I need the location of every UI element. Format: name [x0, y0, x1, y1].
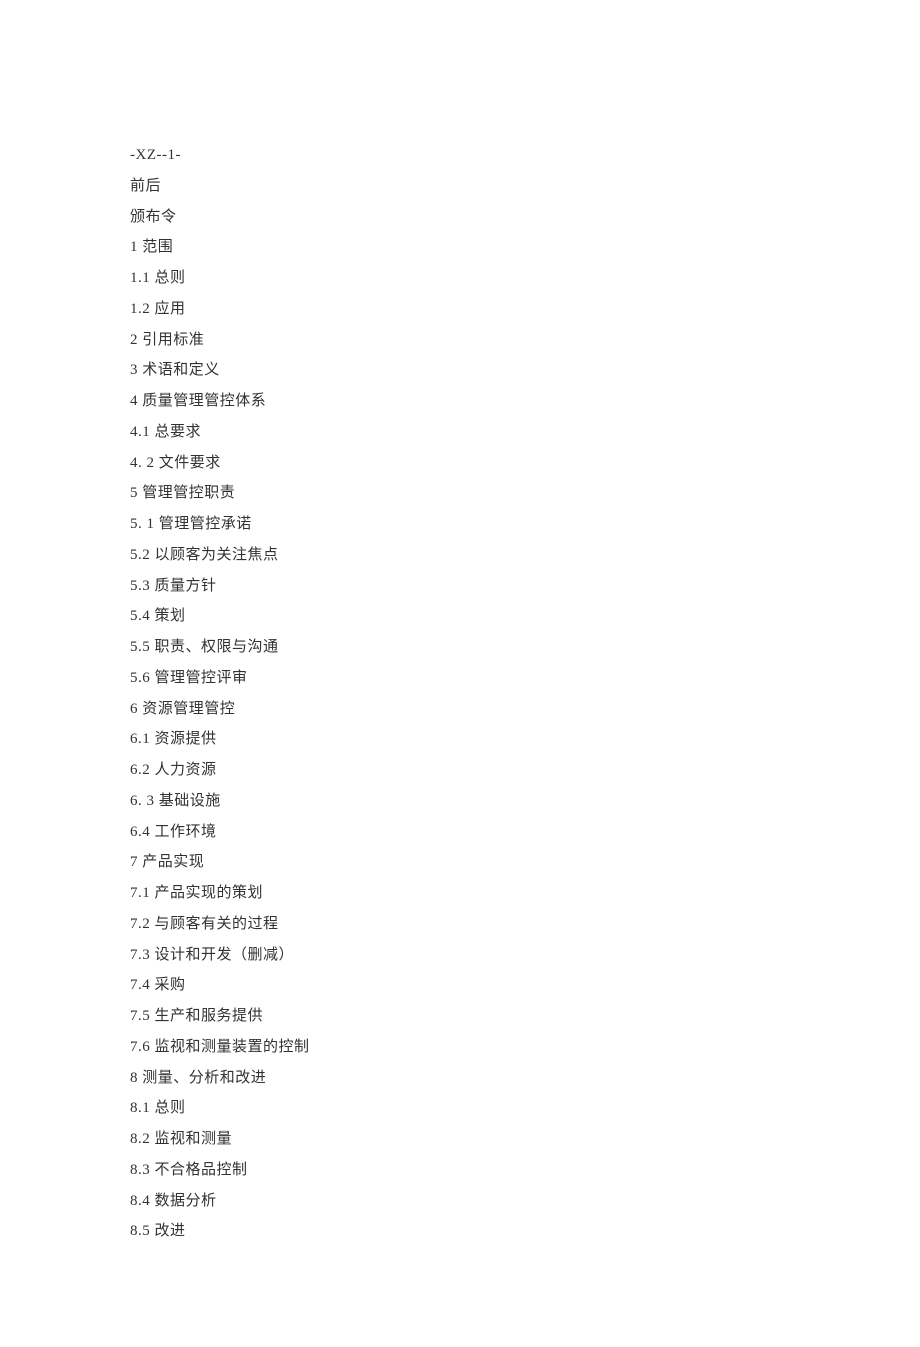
toc-line: 7.1 产品实现的策划 [130, 878, 790, 909]
toc-line: 7.5 生产和服务提供 [130, 1001, 790, 1032]
toc-line: 6.4 工作环境 [130, 817, 790, 848]
toc-line: 前后 [130, 171, 790, 202]
toc-line: 7.4 采购 [130, 970, 790, 1001]
toc-line: 5 管理管控职责 [130, 478, 790, 509]
toc-line: 7 产品实现 [130, 847, 790, 878]
toc-line: 8.1 总则 [130, 1093, 790, 1124]
toc-line: 5.5 职责、权限与沟通 [130, 632, 790, 663]
toc-line: 7.6 监视和测量装置的控制 [130, 1032, 790, 1063]
toc-line: 7.2 与顾客有关的过程 [130, 909, 790, 940]
toc-line: 颁布令 [130, 202, 790, 233]
toc-line: 3 术语和定义 [130, 355, 790, 386]
toc-line: 5.2 以顾客为关注焦点 [130, 540, 790, 571]
toc-line: 1.2 应用 [130, 294, 790, 325]
toc-line: 4 质量管理管控体系 [130, 386, 790, 417]
toc-line: 2 引用标准 [130, 325, 790, 356]
toc-line: 4.1 总要求 [130, 417, 790, 448]
toc-line: 8.4 数据分析 [130, 1186, 790, 1217]
toc-line: 1 范围 [130, 232, 790, 263]
toc-line: 6.2 人力资源 [130, 755, 790, 786]
toc-line: 1.1 总则 [130, 263, 790, 294]
toc-line: 8.5 改进 [130, 1216, 790, 1247]
toc-line: 5. 1 管理管控承诺 [130, 509, 790, 540]
toc-line: -XZ--1- [130, 140, 790, 171]
toc-line: 5.3 质量方针 [130, 571, 790, 602]
toc-line: 7.3 设计和开发（删减） [130, 940, 790, 971]
toc-line: 5.4 策划 [130, 601, 790, 632]
toc-line: 5.6 管理管控评审 [130, 663, 790, 694]
toc-line: 6 资源管理管控 [130, 694, 790, 725]
document-page: -XZ--1- 前后 颁布令 1 范围 1.1 总则 1.2 应用 2 引用标准… [0, 0, 920, 1347]
toc-line: 8.2 监视和测量 [130, 1124, 790, 1155]
toc-line: 8 测量、分析和改进 [130, 1063, 790, 1094]
toc-line: 8.3 不合格品控制 [130, 1155, 790, 1186]
toc-line: 4. 2 文件要求 [130, 448, 790, 479]
toc-line: 6.1 资源提供 [130, 724, 790, 755]
toc-line: 6. 3 基础设施 [130, 786, 790, 817]
